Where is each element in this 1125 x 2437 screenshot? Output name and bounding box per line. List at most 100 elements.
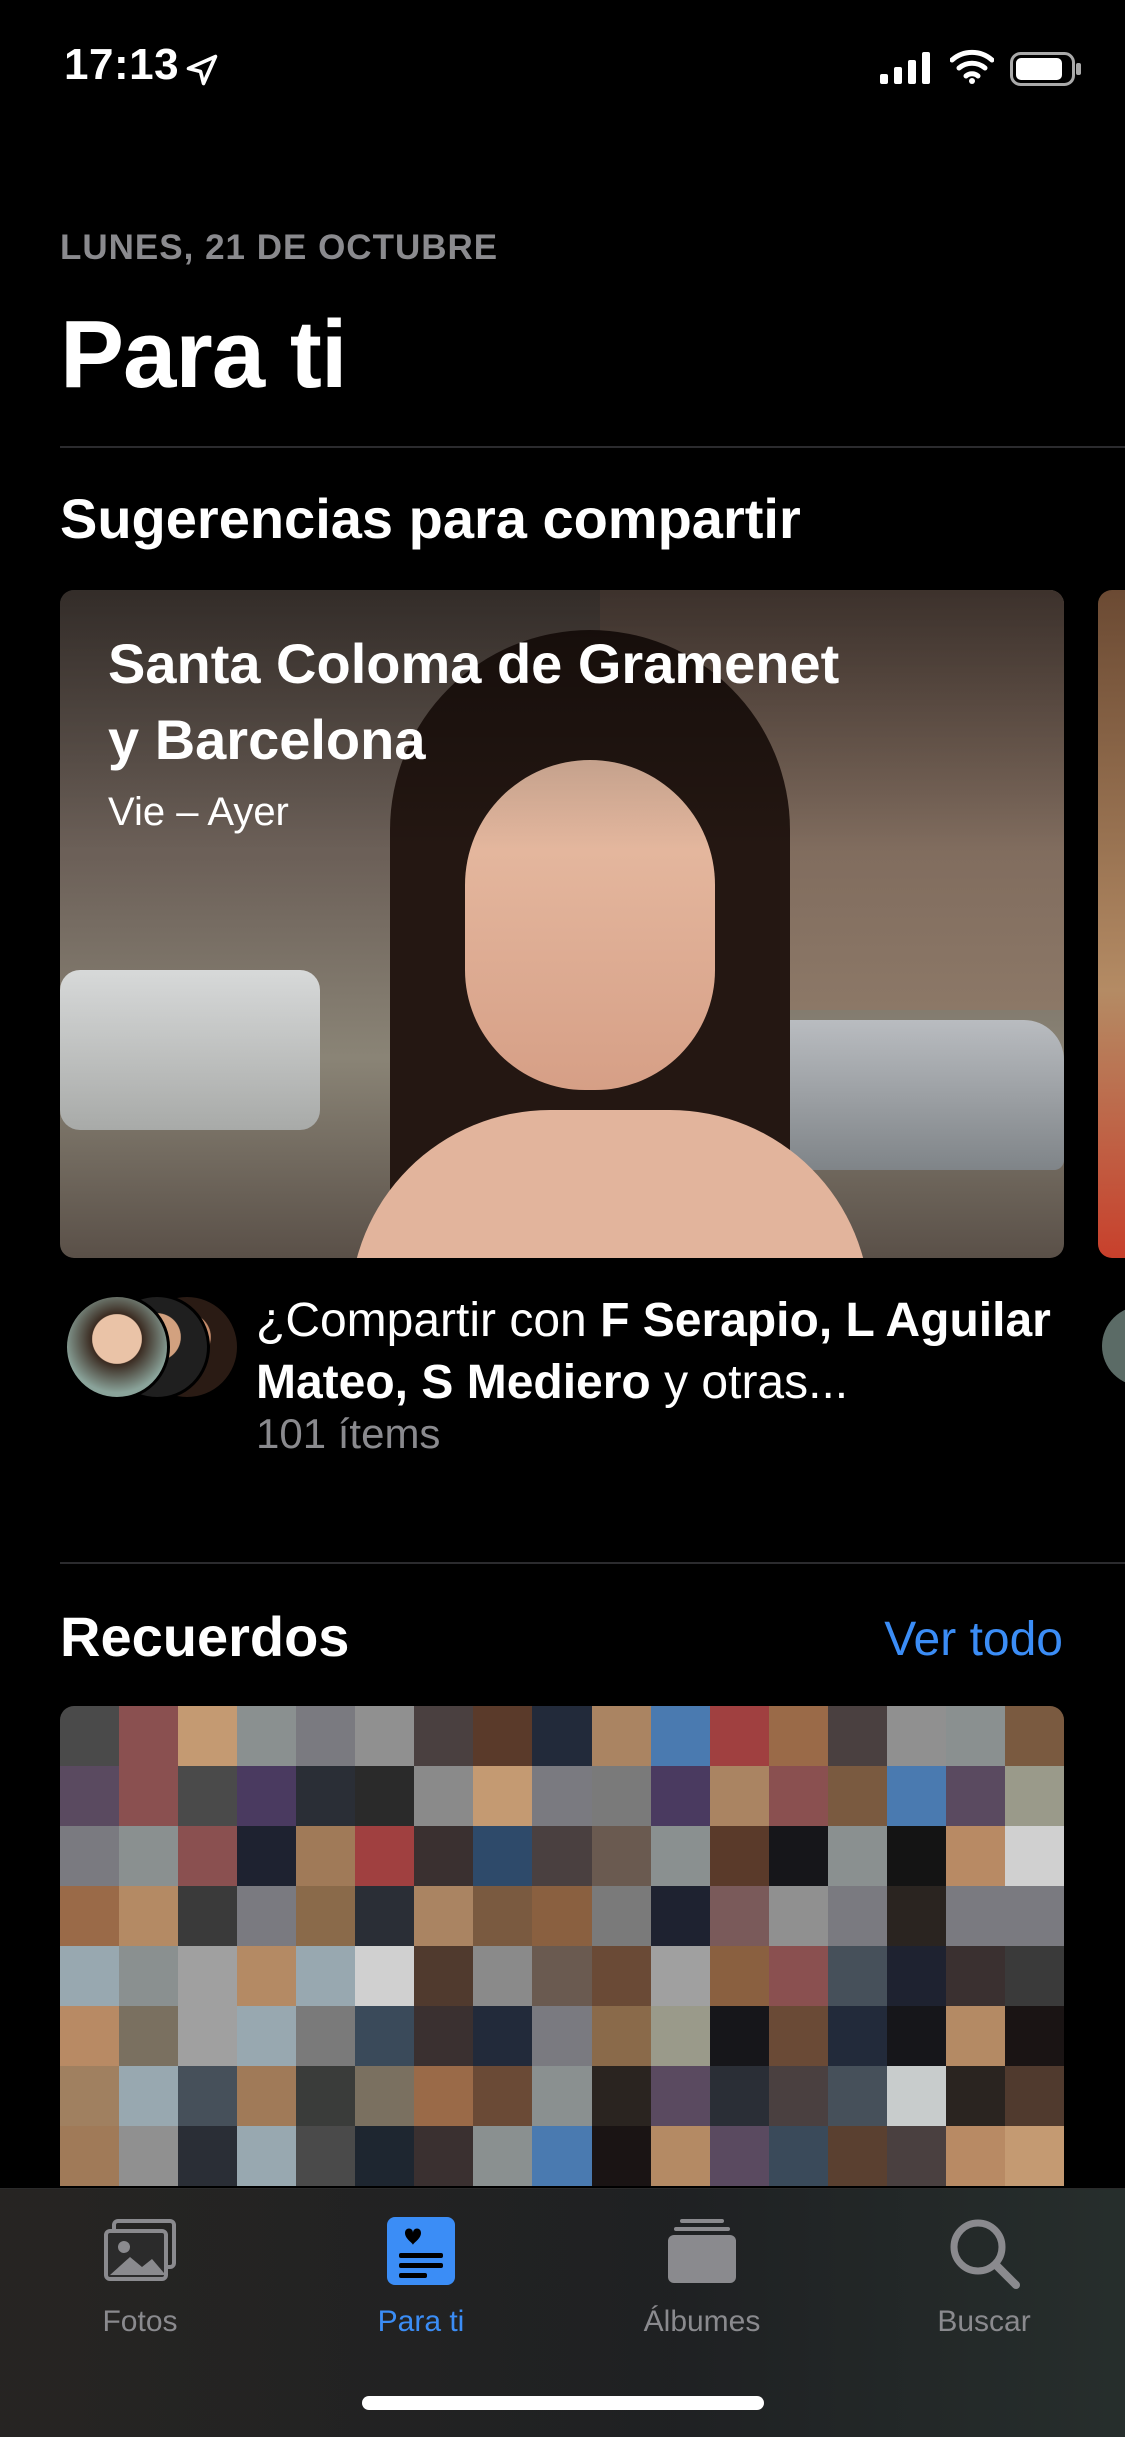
mosaic-tile [60, 1826, 120, 1886]
mosaic-tile [473, 1946, 533, 2006]
mosaic-tile [119, 1886, 179, 1946]
mosaic-tile [886, 1706, 946, 1766]
mosaic-tile [178, 1766, 238, 1826]
mosaic-tile [178, 1886, 238, 1946]
albums-icon [668, 2219, 736, 2283]
mosaic-tile [414, 1766, 474, 1826]
mosaic-tile [768, 1886, 828, 1946]
mosaic-tile [827, 1706, 887, 1766]
mosaic-tile [473, 1706, 533, 1766]
card-title-line1: Santa Coloma de Gramenet [108, 632, 840, 695]
mosaic-tile [532, 2126, 592, 2186]
tab-label: Para ti [377, 2305, 465, 2338]
mosaic-tile [237, 1826, 297, 1886]
tab-label: Fotos [102, 2305, 178, 2338]
mosaic-tile [768, 2126, 828, 2186]
mosaic-tile [591, 1706, 651, 1766]
tab-para-ti[interactable]: Para ti [311, 2213, 531, 2343]
mosaic-tile [650, 1886, 710, 1946]
mosaic-tile [945, 1706, 1005, 1766]
mosaic-tile [768, 1706, 828, 1766]
mosaic-tile [827, 1886, 887, 1946]
mosaic-tile [1004, 1706, 1064, 1766]
mosaic-tile [296, 1886, 356, 1946]
mosaic-tile [650, 1706, 710, 1766]
mosaic-tile [473, 2066, 533, 2126]
mosaic-tile [60, 2066, 120, 2126]
next-suggestion-card-peek[interactable] [1098, 590, 1125, 1258]
mosaic-tile [768, 1766, 828, 1826]
mosaic-tile [414, 1826, 474, 1886]
mosaic-tile [237, 1886, 297, 1946]
mosaic-tile [591, 2126, 651, 2186]
mosaic-tile [473, 1886, 533, 1946]
mosaic-tile [945, 2126, 1005, 2186]
mosaic-tile [886, 1766, 946, 1826]
mosaic-tile [945, 1766, 1005, 1826]
card-photo-car-left [60, 970, 320, 1130]
mosaic-tile [650, 2066, 710, 2126]
mosaic-tile [119, 2066, 179, 2126]
mosaic-tile [237, 2006, 297, 2066]
mosaic-tile [709, 2066, 769, 2126]
mosaic-tile [532, 2006, 592, 2066]
mosaic-tile [119, 2006, 179, 2066]
battery-icon [1010, 52, 1081, 86]
mosaic-tile [650, 2126, 710, 2186]
mosaic-tile [1004, 2066, 1064, 2126]
mosaic-tile [237, 2126, 297, 2186]
mosaic-tile [60, 2006, 120, 2066]
share-item-count: 101 ítems [256, 1410, 441, 1457]
mosaic-tile [296, 1766, 356, 1826]
tab-albumes[interactable]: Álbumes [592, 2213, 812, 2343]
mosaic-tile [119, 1766, 179, 1826]
mosaic-tile [355, 1886, 415, 1946]
mosaic-tile [650, 2006, 710, 2066]
mosaic-tile [827, 2126, 887, 2186]
sharing-section-title: Sugerencias para compartir [60, 487, 801, 550]
mosaic-tile [1004, 1886, 1064, 1946]
mosaic-tile [355, 1826, 415, 1886]
mosaic-tile [473, 1766, 533, 1826]
mosaic-tile [709, 1766, 769, 1826]
mosaic-tile [886, 2126, 946, 2186]
mosaic-tile [355, 2126, 415, 2186]
tab-label: Álbumes [643, 2305, 761, 2338]
mosaic-tile [355, 2066, 415, 2126]
mosaic-tile [532, 2066, 592, 2126]
mosaic-tile [119, 1826, 179, 1886]
sharing-suggestion-card[interactable]: Santa Coloma de Gramenet y Barcelona Vie… [60, 590, 1064, 1258]
mosaic-tile [709, 1826, 769, 1886]
memories-section-title: Recuerdos [60, 1605, 350, 1668]
mosaic-tile [709, 1886, 769, 1946]
card-title: Santa Coloma de Gramenet y Barcelona [108, 626, 1008, 778]
mosaic-tile [414, 1706, 474, 1766]
wifi-icon [950, 49, 994, 84]
tab-buscar[interactable]: Buscar [874, 2213, 1094, 2343]
mosaic-tile [827, 2006, 887, 2066]
mosaic-tile [237, 2066, 297, 2126]
memory-card-thumbnail[interactable] [60, 1706, 1064, 2186]
mosaic-tile [60, 1766, 120, 1826]
status-time: 17:13 [64, 40, 180, 89]
photos-icon [104, 2219, 176, 2281]
mosaic-tile [591, 2066, 651, 2126]
mosaic-tile [1004, 1946, 1064, 2006]
share-prompt[interactable]: ¿Compartir con F Serapio, L Aguilar Mate… [256, 1290, 1076, 1414]
mosaic-tile [60, 1706, 120, 1766]
mosaic-tile [355, 1946, 415, 2006]
search-icon [950, 2219, 1020, 2289]
mosaic-tile [178, 1946, 238, 2006]
avatar [64, 1294, 170, 1400]
see-all-link[interactable]: Ver todo [884, 1612, 1063, 1667]
share-recipients-avatars[interactable] [64, 1294, 240, 1400]
mosaic-tile [119, 1706, 179, 1766]
mosaic-tile [178, 1706, 238, 1766]
mosaic-tile [296, 1826, 356, 1886]
mosaic-tile [945, 1826, 1005, 1886]
mosaic-tile [768, 2006, 828, 2066]
tab-fotos[interactable]: Fotos [30, 2213, 250, 2343]
mosaic-tile [237, 1766, 297, 1826]
mosaic-tile [591, 1886, 651, 1946]
mosaic-tile [886, 1826, 946, 1886]
